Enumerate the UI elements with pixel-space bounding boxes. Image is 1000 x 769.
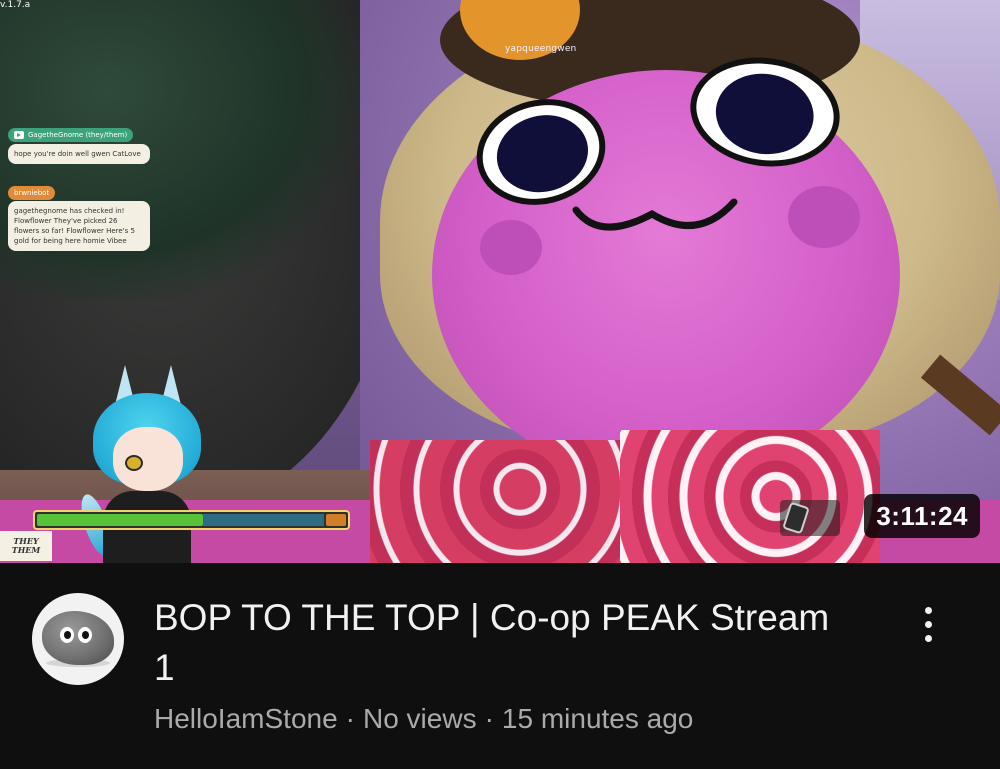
inventory-slot: [780, 500, 840, 536]
stamina-bar: [33, 510, 350, 530]
video-details: BOP TO THE TOP | Co-op PEAK Stream 1 Hel…: [0, 563, 1000, 769]
right-blush: [788, 186, 860, 248]
chat-username: brwniebot: [14, 189, 50, 197]
chat-message-text: hope you're doin well gwen CatLove: [8, 144, 150, 164]
upload-age: 15 minutes ago: [501, 703, 694, 734]
video-badge-icon: [14, 131, 24, 139]
chat-username-badge: brwniebot: [8, 186, 56, 200]
chat-message-text: gagethegnome has checked in! Flowflower …: [8, 201, 150, 251]
chat-message: brwniebot gagethegnome has checked in! F…: [8, 180, 150, 251]
channel-name[interactable]: HelloIamStone: [154, 703, 338, 734]
vtuber-avatar: [75, 365, 205, 563]
stamina-end-cap: [326, 514, 346, 526]
video-title[interactable]: BOP TO THE TOP | Co-op PEAK Stream 1: [154, 593, 854, 693]
stamina-fill: [37, 514, 203, 526]
separator: ·: [345, 703, 355, 734]
stamina-remaining: [203, 514, 324, 526]
avatar-eye: [125, 455, 143, 471]
left-blush: [480, 220, 542, 275]
channel-avatar[interactable]: [32, 593, 124, 685]
rock-icon: [42, 611, 114, 665]
rock-eye: [78, 627, 92, 643]
rock-eye: [60, 627, 74, 643]
dot: [924, 620, 932, 628]
video-thumbnail[interactable]: v.1.7.a yapqueengwen GagetheGnome (they/…: [0, 0, 1000, 563]
separator: ·: [484, 703, 494, 734]
floral-shirt-right: [620, 430, 880, 563]
view-count: No views: [362, 703, 477, 734]
version-label: v.1.7.a: [0, 0, 31, 10]
chat-username: GagetheGnome (they/them): [28, 131, 128, 139]
more-vert-icon[interactable]: [908, 599, 948, 649]
pronoun-badge: THEY THEM: [0, 531, 52, 561]
chat-message: GagetheGnome (they/them) hope you're doi…: [8, 124, 150, 164]
chat-username-badge: GagetheGnome (they/them): [8, 128, 134, 142]
avatar-face: [113, 427, 183, 491]
dot: [924, 634, 932, 642]
video-metadata: HelloIamStone · No views · 15 minutes ago: [154, 703, 693, 735]
player-name-tag: yapqueengwen: [505, 44, 577, 54]
video-duration: 3:11:24: [864, 494, 980, 538]
lantern-icon: [782, 501, 810, 535]
dot: [924, 606, 932, 614]
pronoun-badge-line: THEM: [11, 545, 41, 555]
cat-mouth: [572, 198, 738, 231]
